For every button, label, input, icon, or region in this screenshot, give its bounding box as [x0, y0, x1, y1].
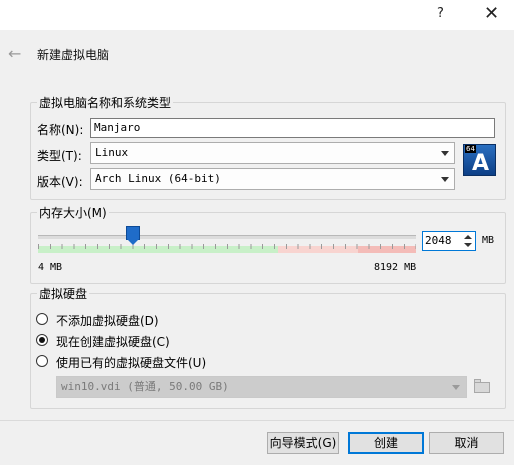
radio-button[interactable] [36, 355, 48, 367]
memory-group-title: 内存大小(M) [37, 204, 109, 221]
spin-arrows[interactable] [462, 233, 474, 249]
version-select-value: Arch Linux (64-bit) [95, 172, 221, 185]
page-title: 新建虚拟电脑 [37, 48, 110, 62]
title-bar: ? ✕ [0, 0, 514, 30]
chevron-down-icon [441, 177, 449, 182]
memory-slider-thumb[interactable] [126, 226, 141, 245]
memory-min-label: 4 MB [38, 262, 63, 273]
radio-label: 使用已有的虚拟硬盘文件(U) [56, 356, 207, 370]
chevron-down-icon [452, 385, 460, 390]
name-field[interactable]: Manjaro [90, 118, 495, 138]
cancel-button[interactable]: 取消 [429, 432, 504, 454]
create-button[interactable]: 创建 [348, 432, 424, 454]
close-icon[interactable]: ✕ [484, 3, 499, 24]
arch-linux-64-icon: 64 A [463, 144, 496, 176]
radio-label: 不添加虚拟硬盘(D) [56, 314, 159, 328]
version-select[interactable]: Arch Linux (64-bit) [90, 168, 455, 190]
memory-slider-ticks [38, 244, 416, 249]
spin-down-icon[interactable] [464, 243, 472, 247]
folder-icon-body [474, 382, 490, 393]
os-icon-letter: A [472, 151, 490, 176]
name-label: 名称(N): [37, 123, 84, 137]
chevron-down-icon [441, 151, 449, 156]
existing-disk-select: win10.vdi (普通, 50.00 GB) [56, 376, 467, 398]
radio-button[interactable] [36, 313, 48, 325]
type-label: 类型(T): [37, 149, 82, 163]
memory-slider-track[interactable] [38, 235, 416, 239]
name-os-group-title: 虚拟电脑名称和系统类型 [37, 94, 174, 111]
type-select-value: Linux [95, 146, 129, 159]
memory-spinbox[interactable]: 2048 [422, 231, 476, 251]
help-button[interactable]: ? [437, 6, 444, 21]
radio-button[interactable] [36, 334, 48, 346]
spin-up-icon[interactable] [464, 235, 472, 239]
version-label: 版本(V): [37, 175, 83, 189]
memory-unit-label: MB [482, 235, 495, 246]
disk-group-title: 虚拟硬盘 [37, 285, 90, 302]
type-select[interactable]: Linux [90, 142, 455, 164]
memory-max-label: 8192 MB [374, 262, 417, 273]
folder-icon [474, 379, 492, 393]
existing-disk-value: win10.vdi (普通, 50.00 GB) [61, 380, 229, 393]
guided-mode-button[interactable]: 向导模式(G) [267, 432, 339, 454]
back-arrow-icon[interactable]: ← [8, 44, 21, 63]
radio-label: 现在创建虚拟硬盘(C) [56, 335, 170, 349]
memory-spinbox-value: 2048 [425, 234, 452, 247]
